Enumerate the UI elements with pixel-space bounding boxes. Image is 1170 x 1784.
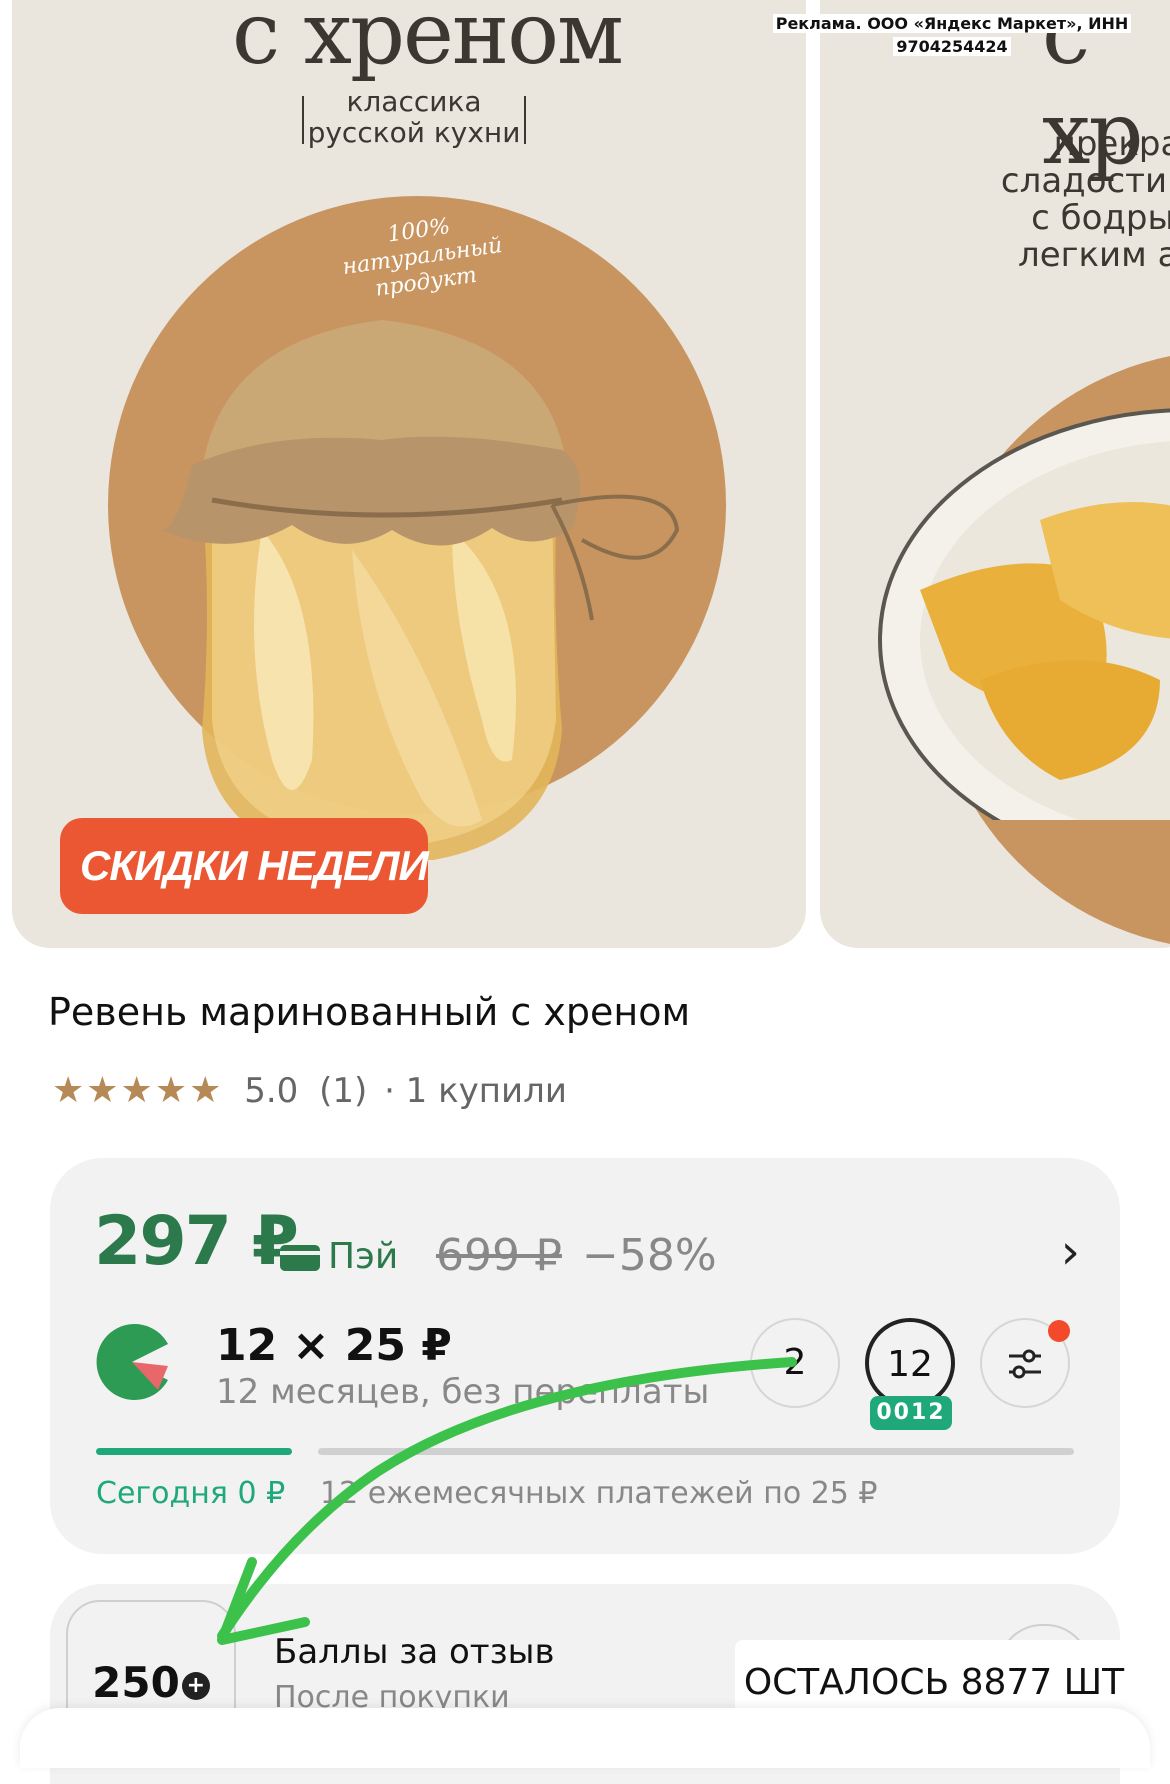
progress-remaining-bar xyxy=(318,1448,1074,1455)
divider-right xyxy=(524,96,526,144)
rating-stars-icon: ★★★★★ xyxy=(52,1070,224,1111)
sliders-icon xyxy=(1009,1349,1041,1379)
reviews-count: (1) xyxy=(319,1071,368,1111)
notification-dot xyxy=(1048,1320,1070,1342)
rating-row[interactable]: ★★★★★ 5.0 (1) · 1 купили xyxy=(52,1070,567,1111)
monthly-payments: 12 ежемесячных платежей по 25 ₽ xyxy=(320,1476,878,1511)
current-price: 297 ₽ xyxy=(94,1202,299,1281)
card2-text: прекрас сладости и с бодрым легким ар xyxy=(1000,124,1170,275)
discount-percent: −58% xyxy=(582,1230,717,1281)
split-option-12-badge: 0012 xyxy=(870,1396,952,1430)
today-payment: Сегодня 0 ₽ xyxy=(96,1476,286,1511)
progress-today-bar xyxy=(96,1448,292,1455)
card-icon xyxy=(280,1245,320,1271)
plus-coin-icon: + xyxy=(181,1671,210,1700)
old-price: 699 ₽ xyxy=(436,1230,562,1281)
rating-value: 5.0 xyxy=(244,1071,299,1111)
promo-chevron-icon: › xyxy=(92,946,103,948)
dish-illustration xyxy=(878,408,1170,820)
gallery-card-secondary[interactable]: с хр прекрас сладости и с бодрым легким … xyxy=(820,0,1170,948)
price-card[interactable]: 297 ₽ Пэй 699 ₽ −58% › 12 × 25 ₽ 12 меся… xyxy=(50,1158,1120,1554)
split-amount: 12 × 25 ₽ xyxy=(216,1320,452,1371)
card-heading: с хреном xyxy=(232,0,624,84)
promo-label: СКИДКИ НЕДЕЛИ xyxy=(80,842,429,889)
split-description: 12 месяцев, без переплаты xyxy=(216,1372,710,1412)
split-pacman-icon xyxy=(96,1324,168,1400)
pay-label: Пэй xyxy=(280,1236,398,1277)
bonus-points-value: 250 xyxy=(92,1658,180,1707)
split-option-2[interactable]: 2 xyxy=(750,1318,840,1408)
gallery-card-main[interactable]: с хреном классика русской кухни 100% нат… xyxy=(12,0,806,948)
weekly-discounts-button[interactable]: СКИДКИ НЕДЕЛИ › xyxy=(60,818,429,948)
ad-disclaimer: Реклама. ООО «Яндекс Маркет», ИНН 970425… xyxy=(772,12,1132,58)
bonus-title: Баллы за отзыв xyxy=(274,1632,555,1672)
product-title: Ревень маринованный с хреном xyxy=(48,990,691,1034)
split-option-12[interactable]: 12 xyxy=(865,1318,955,1408)
bought-count: · 1 купили xyxy=(384,1071,567,1111)
card-subtitle: классика русской кухни xyxy=(307,85,521,149)
bottom-sheet[interactable] xyxy=(20,1708,1150,1768)
jar-illustration xyxy=(162,320,680,860)
price-details-chevron-icon[interactable]: › xyxy=(1061,1224,1080,1280)
